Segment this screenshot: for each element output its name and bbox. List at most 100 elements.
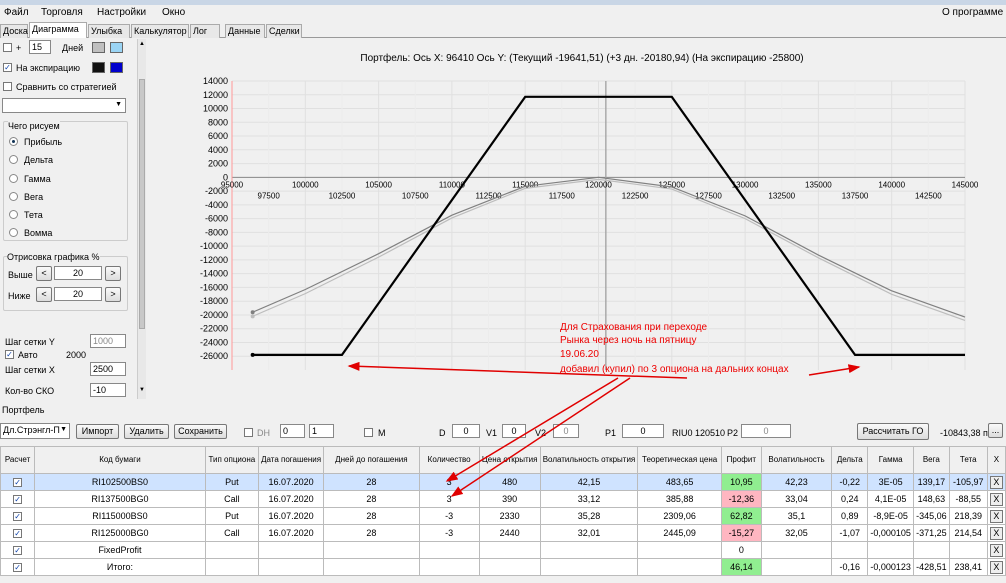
m-checkbox[interactable] [364, 428, 373, 437]
scroll-up-icon[interactable]: ▲ [139, 41, 145, 47]
radio-vega[interactable] [9, 192, 18, 201]
table-row[interactable]: ✓ RI125000BG0 Call 16.07.2020 28 -3 2440 32,01 2… [0, 524, 1006, 542]
scroll-down-icon[interactable]: ▼ [139, 387, 145, 393]
empty-cell [760, 558, 833, 576]
above-increase-button[interactable]: > [105, 266, 121, 281]
import-button[interactable]: Импорт [76, 424, 119, 439]
empty-cell [867, 541, 915, 559]
v2-label: V2 [535, 428, 547, 438]
col-type[interactable]: Тип опциона [204, 446, 259, 474]
below-decrease-button[interactable]: < [36, 287, 52, 302]
col-gamma[interactable]: Гамма [867, 446, 915, 474]
scrollbar-thumb[interactable] [139, 79, 145, 329]
remove-row-button[interactable]: X [989, 492, 1003, 506]
remove-row-button[interactable]: X [989, 509, 1003, 523]
d-input[interactable]: 0 [452, 424, 480, 438]
col-profit[interactable]: Профит [720, 446, 762, 474]
days-input[interactable]: 15 [29, 40, 51, 54]
plus-days-checkbox[interactable] [3, 43, 12, 52]
menu-trade[interactable]: Торговля [41, 7, 83, 18]
menu-window[interactable]: Окно [162, 7, 185, 18]
remove-row-button[interactable]: X [989, 543, 1003, 557]
menu-settings[interactable]: Настройки [97, 7, 146, 18]
radio-delta[interactable] [9, 155, 18, 164]
compare-checkbox[interactable] [3, 82, 12, 91]
remove-row-button[interactable]: X [989, 526, 1003, 540]
dh-spin-a[interactable]: 0 [280, 424, 305, 438]
tab-deals[interactable]: Сделки [266, 24, 302, 38]
col-x[interactable]: X [986, 446, 1006, 474]
strategy-select[interactable]: ▼ [2, 98, 126, 113]
calc-checkbox[interactable]: ✓ [13, 495, 23, 504]
col-open-vol[interactable]: Волатильность открытия [539, 446, 639, 474]
delta-cell: -0,16 [831, 558, 869, 576]
tab-board[interactable]: Доска [0, 24, 28, 38]
grid-x-input[interactable]: 2500 [90, 362, 126, 376]
dh-spin-b[interactable]: 1 [309, 424, 334, 438]
grid-y-input[interactable]: 1000 [90, 334, 126, 348]
radio-vomma[interactable] [9, 228, 18, 237]
col-date[interactable]: Дата погашения [257, 446, 325, 474]
col-vol[interactable]: Волатильность [760, 446, 833, 474]
table-row[interactable]: ✓ RI137500BG0 Call 16.07.2020 28 3 390 33,12 385… [0, 490, 1006, 508]
expiry-color-swatch[interactable] [92, 62, 105, 73]
radio-theta[interactable] [9, 210, 18, 219]
x-tick-label: 97500 [258, 191, 281, 200]
open-price-cell: 480 [478, 473, 541, 491]
table-row[interactable]: ✓ RI115000BS0 Put 16.07.2020 28 -3 2330 35,28 23… [0, 507, 1006, 525]
col-vega[interactable]: Вега [913, 446, 950, 474]
dh-checkbox[interactable] [244, 428, 253, 437]
radio-profit[interactable] [9, 137, 18, 146]
calc-checkbox[interactable]: ✓ [13, 563, 23, 572]
col-theta[interactable]: Тета [948, 446, 988, 474]
delete-button[interactable]: Удалить [124, 424, 169, 439]
above-decrease-button[interactable]: < [36, 266, 52, 281]
v1-input[interactable]: 0 [502, 424, 526, 438]
calc-checkbox[interactable]: ✓ [13, 512, 23, 521]
empty-cell [913, 541, 950, 559]
remove-row-button[interactable]: X [989, 475, 1003, 489]
col-qty[interactable]: Количество [418, 446, 480, 474]
remove-row-button[interactable]: X [989, 560, 1003, 574]
col-theo[interactable]: Теоретическая цена [637, 446, 722, 474]
radio-gamma[interactable] [9, 174, 18, 183]
below-input[interactable]: 20 [54, 287, 102, 301]
go-more-button[interactable]: ... [988, 423, 1003, 438]
tab-data[interactable]: Данные [225, 24, 265, 38]
current-line-start-point [250, 310, 255, 315]
col-delta[interactable]: Дельта [831, 446, 869, 474]
below-increase-button[interactable]: > [105, 287, 121, 302]
calc-checkbox[interactable]: ✓ [13, 546, 23, 555]
calc-checkbox[interactable]: ✓ [13, 529, 23, 538]
col-code[interactable]: Код бумаги [34, 446, 206, 474]
auto-checkbox[interactable]: ✓ [5, 350, 14, 359]
v2-input[interactable]: 0 [553, 424, 579, 438]
table-row-fixed-profit[interactable]: ✓ FixedProfit 0 X [0, 541, 1006, 559]
menu-about[interactable]: О программе [942, 7, 1003, 18]
strategy-combo[interactable]: Дл.Стрэнгл-П ▼ [0, 423, 70, 439]
col-calc[interactable]: Расчет [0, 446, 36, 474]
col-days[interactable]: Дней до погашения [323, 446, 420, 474]
col-open-price[interactable]: Цена открытия [478, 446, 541, 474]
remove-cell: X [986, 541, 1006, 559]
tab-diagram[interactable]: Диаграмма [29, 22, 87, 38]
table-row-total[interactable]: ✓ Итого: 46,14 -0,16 -0,000123 -428,51 238,41 X [0, 558, 1006, 576]
p1-input[interactable]: 0 [622, 424, 664, 438]
expiry-color-swatch-2[interactable] [110, 62, 123, 73]
table-row[interactable]: ✓ RI102500BS0 Put 16.07.2020 28 3 480 42,15 483,… [0, 473, 1006, 491]
plus-color-swatch-2[interactable] [110, 42, 123, 53]
tab-log[interactable]: Лог [190, 24, 220, 38]
plus-color-swatch[interactable] [92, 42, 105, 53]
tab-smile[interactable]: Улыбка [88, 24, 130, 38]
portfolio-table: Расчет Код бумаги Тип опциона Дата погаш… [0, 446, 1006, 576]
calc-go-button[interactable]: Рассчитать ГО [857, 423, 929, 440]
save-button[interactable]: Сохранить [174, 424, 227, 439]
expiry-checkbox[interactable]: ✓ [3, 63, 12, 72]
p2-input[interactable]: 0 [741, 424, 791, 438]
tab-calculator[interactable]: Калькулятор [131, 24, 189, 38]
above-input[interactable]: 20 [54, 266, 102, 280]
sko-input[interactable]: -10 [90, 383, 126, 397]
calc-checkbox[interactable]: ✓ [13, 478, 23, 487]
menu-file[interactable]: Файл [4, 7, 29, 18]
panel-scrollbar[interactable]: ▲ ▼ [137, 39, 146, 399]
